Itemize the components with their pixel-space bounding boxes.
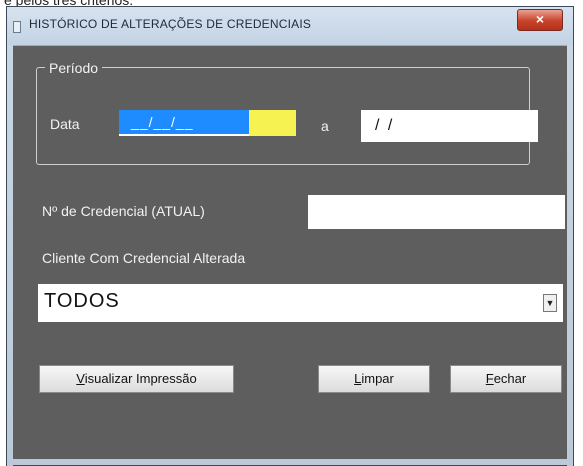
right-frame bbox=[567, 45, 573, 466]
title-bar[interactable]: HISTÓRICO DE ALTERAÇÕES DE CREDENCIAIS × bbox=[7, 7, 573, 46]
fechar-label: echar bbox=[493, 371, 527, 386]
fechar-mnemonic: F bbox=[485, 371, 494, 386]
window-title: HISTÓRICO DE ALTERAÇÕES DE CREDENCIAIS bbox=[29, 17, 312, 31]
end-date-input[interactable]: / / bbox=[361, 110, 538, 142]
limpar-button[interactable]: Limpar bbox=[318, 365, 430, 393]
visualizar-label: isualizar Impressão bbox=[84, 371, 197, 386]
app-icon bbox=[13, 21, 21, 33]
separator-label: a bbox=[321, 118, 329, 134]
fechar-button[interactable]: Fechar bbox=[450, 365, 562, 393]
start-date-highlight bbox=[249, 110, 296, 136]
bottom-frame bbox=[7, 459, 573, 465]
limpar-label: impar bbox=[361, 371, 394, 386]
credencial-label: Nº de Credencial (ATUAL) bbox=[42, 203, 205, 219]
periodo-legend: Período bbox=[45, 60, 103, 76]
visualizar-impressao-button[interactable]: Visualizar Impressão bbox=[39, 365, 234, 393]
dropdown-arrow-icon[interactable]: ▼ bbox=[543, 294, 557, 312]
cliente-select[interactable]: TODOS ▼ bbox=[38, 284, 563, 322]
start-date-value: __/__/__ bbox=[119, 110, 249, 136]
data-label: Data bbox=[50, 116, 80, 132]
start-date-input[interactable]: __/__/__ bbox=[119, 110, 296, 136]
visualizar-mnemonic: V bbox=[76, 371, 85, 386]
cliente-label: Cliente Com Credencial Alterada bbox=[42, 250, 246, 266]
close-button[interactable]: × bbox=[517, 9, 563, 31]
credencial-input[interactable] bbox=[308, 195, 565, 229]
cliente-selected-value: TODOS bbox=[44, 290, 120, 312]
left-frame bbox=[7, 45, 13, 466]
